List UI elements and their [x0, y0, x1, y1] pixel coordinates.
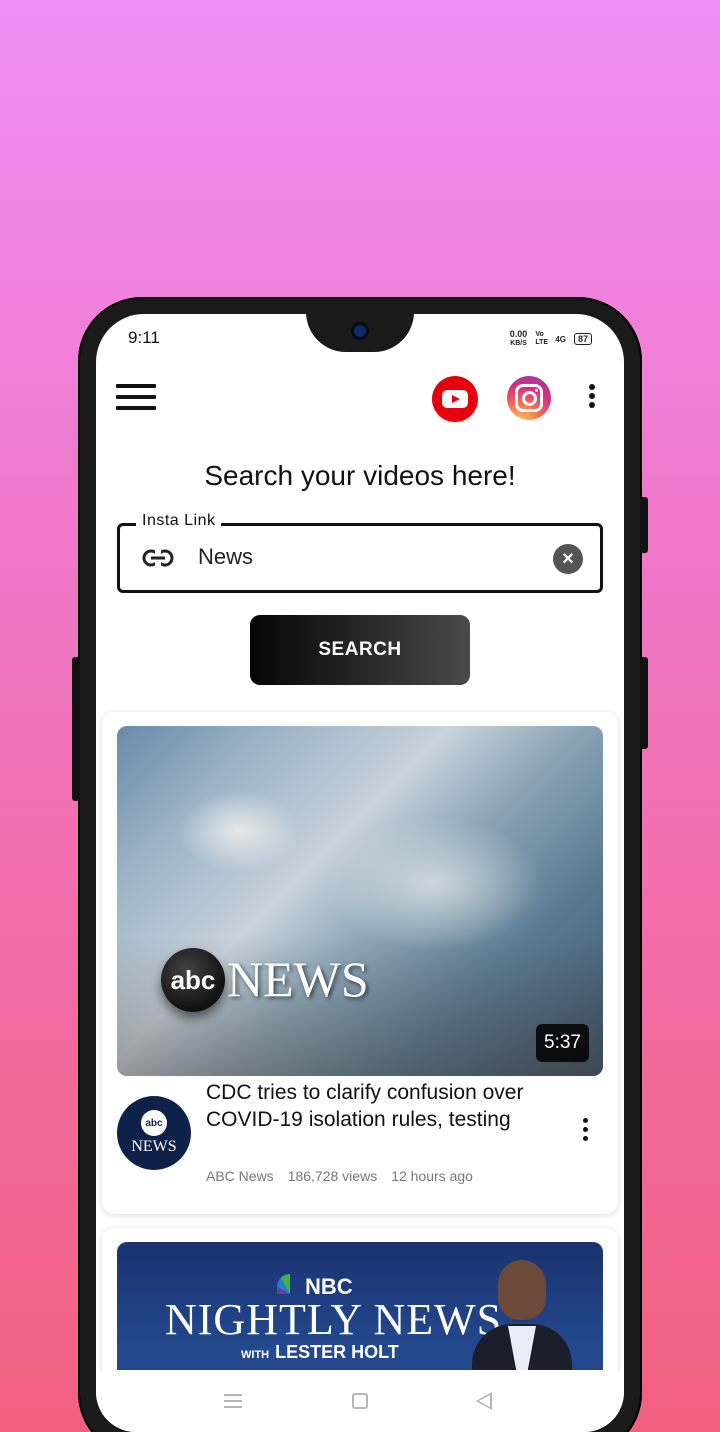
- page-heading: Search your videos here!: [204, 460, 516, 491]
- home-icon[interactable]: [352, 1393, 368, 1409]
- instagram-icon[interactable]: [507, 376, 551, 420]
- thumbnail-host-name: LESTER HOLT: [275, 1342, 399, 1362]
- status-time: 9:11: [128, 328, 160, 347]
- video-card[interactable]: abc NEWS 5:37 abc NEWS CDC tries to clar…: [102, 712, 618, 1214]
- abc-logo: abc: [161, 948, 225, 1012]
- more-vertical-icon[interactable]: [584, 384, 600, 414]
- front-camera: [351, 322, 369, 340]
- thumbnail-host: WITH LESTER HOLT: [241, 1342, 399, 1363]
- side-button: [72, 657, 80, 801]
- back-icon[interactable]: [476, 1392, 492, 1410]
- insta-link-label: Insta Link: [136, 512, 222, 530]
- link-icon: [142, 549, 174, 567]
- video-title[interactable]: CDC tries to clarify confusion over COVI…: [206, 1079, 536, 1133]
- thumbnail-with: WITH: [241, 1349, 270, 1361]
- phone-screen: 9:11 0.00 KB/S Vo LTE 4G 87 Search your …: [96, 314, 624, 1432]
- view-count: 186,728 views: [287, 1168, 378, 1184]
- net-speed-unit: KB/S: [510, 340, 527, 347]
- recents-icon[interactable]: [224, 1394, 242, 1408]
- net-speed-value: 0.00: [509, 329, 528, 339]
- side-button: [640, 657, 648, 749]
- net-speed: 0.00 KB/S: [510, 330, 528, 348]
- youtube-icon[interactable]: [432, 376, 478, 422]
- signal-icon: 4G: [555, 334, 566, 344]
- volte-indicator: Vo LTE: [535, 331, 549, 346]
- avatar-text: NEWS: [131, 1138, 177, 1155]
- video-thumbnail[interactable]: abc NEWS 5:37: [117, 726, 603, 1076]
- hamburger-icon[interactable]: [116, 384, 156, 412]
- thumbnail-scene: [117, 726, 603, 1076]
- app-bar: [96, 370, 624, 434]
- side-button: [640, 497, 648, 553]
- nbc-peacock-icon: [277, 1274, 303, 1294]
- status-icons: 0.00 KB/S Vo LTE 4G 87: [510, 330, 592, 348]
- video-duration: 5:37: [536, 1024, 589, 1062]
- anchor-image: [472, 1252, 572, 1394]
- channel-name: ABC News: [206, 1168, 274, 1184]
- search-button[interactable]: SEARCH: [250, 615, 470, 685]
- thumbnail-title: NIGHTLY NEWS: [165, 1295, 503, 1344]
- thumbnail-brand-text: NEWS: [227, 951, 369, 1007]
- battery-icon: 87: [573, 333, 592, 345]
- insta-link-input[interactable]: [198, 544, 538, 570]
- channel-avatar[interactable]: abc NEWS: [117, 1096, 191, 1170]
- video-meta: ABC News 186,728 views 12 hours ago: [206, 1168, 473, 1184]
- published-time: 12 hours ago: [391, 1168, 473, 1184]
- avatar-logo: abc: [141, 1110, 167, 1136]
- insta-link-field[interactable]: Insta Link ×: [117, 512, 603, 593]
- video-more-icon[interactable]: [579, 1118, 591, 1148]
- clear-icon[interactable]: ×: [553, 544, 583, 574]
- system-nav-bar: [96, 1370, 624, 1432]
